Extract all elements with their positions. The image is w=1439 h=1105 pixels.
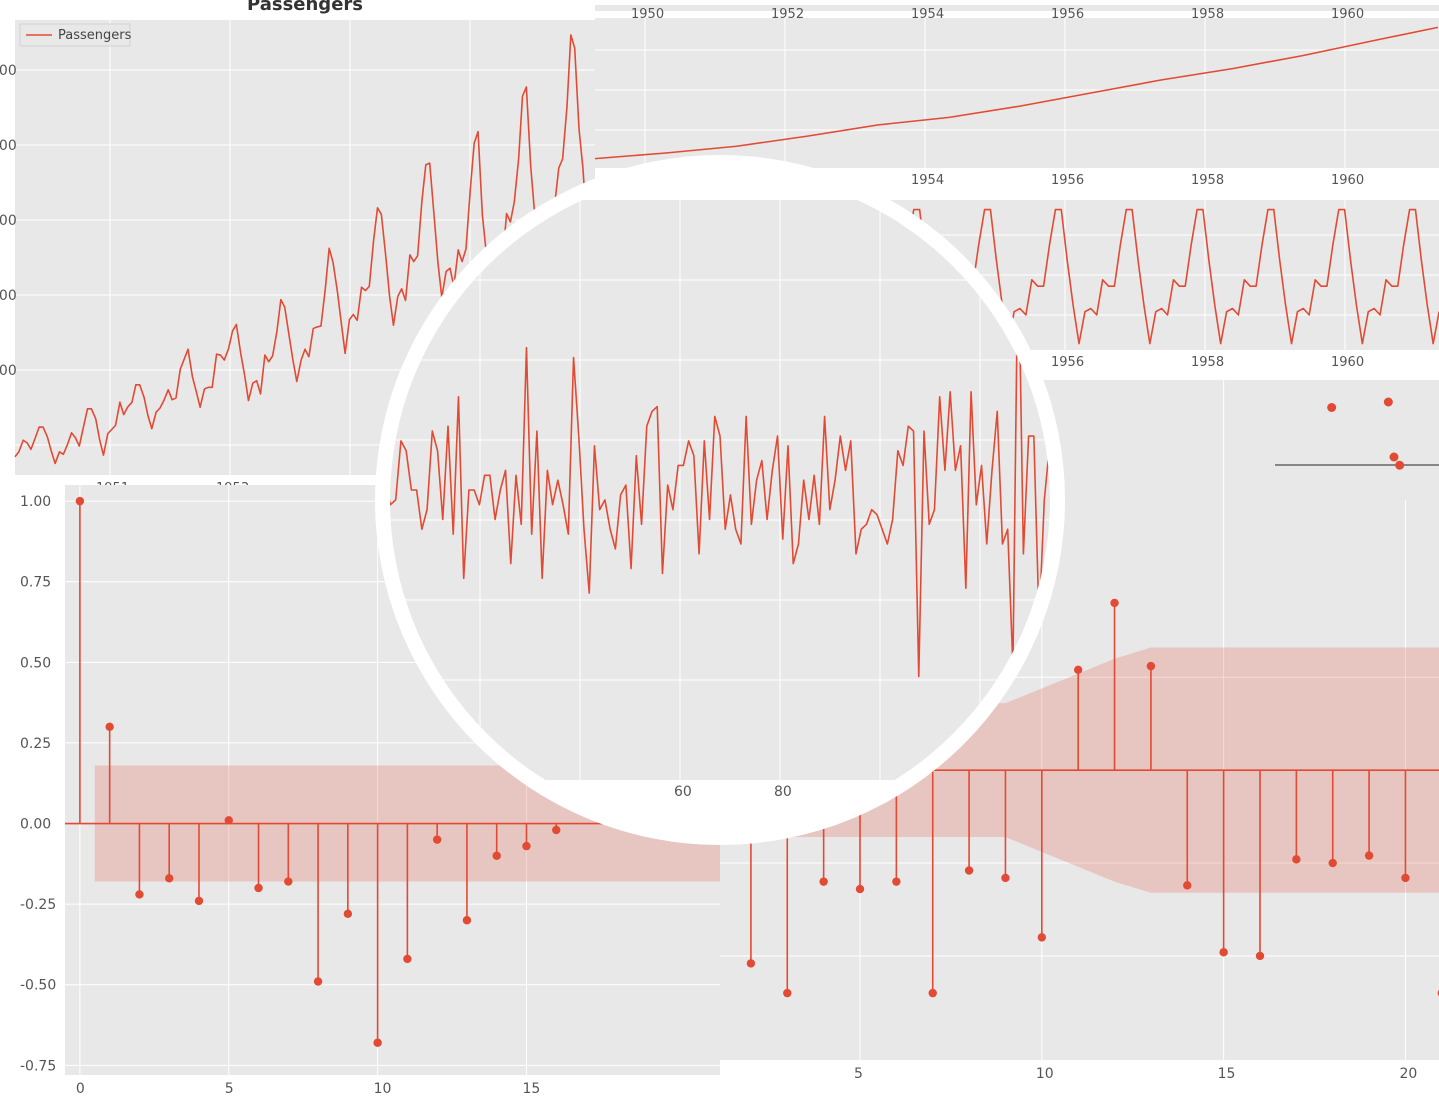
svg-text:5: 5 xyxy=(854,1066,863,1082)
svg-text:1954: 1954 xyxy=(911,7,944,22)
passengers-legend: Passengers xyxy=(20,24,132,46)
svg-text:1956: 1956 xyxy=(1051,7,1084,22)
svg-text:1960: 1960 xyxy=(1331,355,1364,370)
svg-text:400: 400 xyxy=(0,213,17,229)
svg-text:500: 500 xyxy=(0,138,17,154)
svg-text:-0.25: -0.25 xyxy=(20,897,56,913)
svg-text:0.75: 0.75 xyxy=(20,575,51,591)
svg-text:200: 200 xyxy=(0,363,17,379)
svg-text:20: 20 xyxy=(1399,1066,1417,1082)
svg-text:0: 0 xyxy=(76,1081,85,1097)
svg-text:1960: 1960 xyxy=(1331,7,1364,22)
svg-text:-0.50: -0.50 xyxy=(20,978,56,994)
svg-text:10: 10 xyxy=(1036,1066,1054,1082)
chart-corner-scatter xyxy=(1275,380,1439,500)
svg-text:15: 15 xyxy=(1218,1066,1236,1082)
svg-text:1958: 1958 xyxy=(1191,355,1224,370)
svg-text:1960: 1960 xyxy=(1331,173,1364,188)
svg-text:0.25: 0.25 xyxy=(20,736,51,752)
svg-text:5: 5 xyxy=(225,1081,234,1097)
svg-text:1958: 1958 xyxy=(1191,173,1224,188)
svg-text:15: 15 xyxy=(522,1081,540,1097)
svg-text:Passengers: Passengers xyxy=(58,28,132,43)
svg-text:300: 300 xyxy=(0,288,17,304)
svg-text:0.50: 0.50 xyxy=(20,655,51,671)
chart-stationary: 60 80 xyxy=(360,140,1080,860)
svg-text:80: 80 xyxy=(774,784,792,800)
svg-text:1.00: 1.00 xyxy=(20,494,51,510)
svg-text:-0.75: -0.75 xyxy=(20,1058,56,1074)
svg-text:60: 60 xyxy=(674,784,692,800)
svg-text:600: 600 xyxy=(0,63,17,79)
svg-text:1958: 1958 xyxy=(1191,7,1224,22)
passengers-title: Passengers xyxy=(247,0,363,15)
svg-text:1952: 1952 xyxy=(771,7,804,22)
svg-text:10: 10 xyxy=(374,1081,392,1097)
svg-text:1950: 1950 xyxy=(631,7,664,22)
svg-text:0.00: 0.00 xyxy=(20,817,51,833)
